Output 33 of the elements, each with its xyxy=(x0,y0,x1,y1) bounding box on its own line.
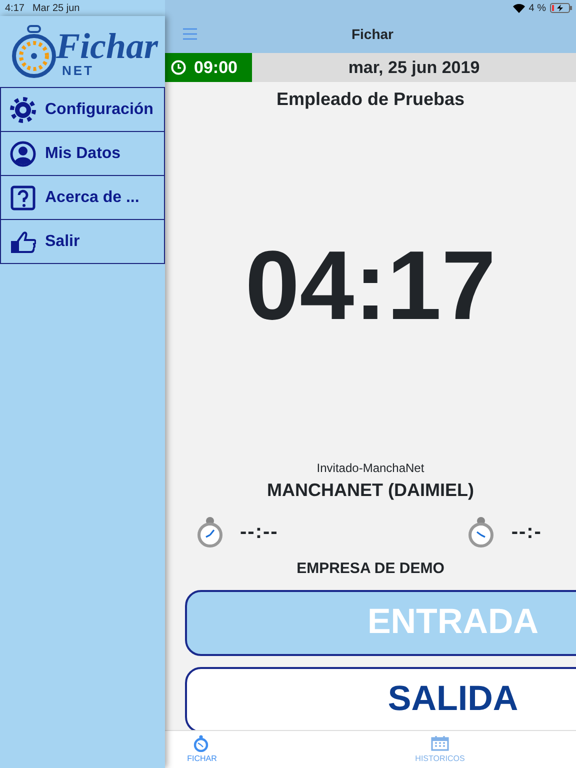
help-icon xyxy=(10,184,36,210)
status-date: Mar 25 jun xyxy=(32,2,80,16)
location-name: MANCHANET (DAIMIEL) xyxy=(266,479,475,502)
calendar-icon xyxy=(431,735,449,752)
header-title: Fichar xyxy=(350,25,394,44)
exit-button[interactable]: SALIDA xyxy=(185,666,576,732)
menu-icon xyxy=(183,28,197,40)
wifi-icon xyxy=(512,3,525,13)
location-group: Invitado-ManchaNet xyxy=(165,459,576,477)
logo-subtitle: NET xyxy=(62,64,95,76)
start-time-panel: 09:00 xyxy=(165,53,252,82)
menu-item[interactable]: Acerca de ... xyxy=(0,175,165,220)
time-value: --:-- xyxy=(240,520,278,545)
stopwatch-icon xyxy=(193,735,211,752)
stopwatch-icon xyxy=(468,516,494,548)
clock-icon xyxy=(171,60,186,75)
menu-item[interactable]: Salir xyxy=(0,219,165,264)
date-label: mar, 25 jun 2019 xyxy=(348,56,480,79)
stopwatch-logo-icon xyxy=(12,24,56,80)
user-icon xyxy=(10,140,36,166)
battery-icon xyxy=(550,3,572,13)
battery-percent: 4 % xyxy=(528,2,546,16)
stopwatch-icon xyxy=(197,516,223,548)
menu-item[interactable]: Configuración xyxy=(0,87,165,132)
company-name: EMPRESA DE DEMO xyxy=(296,559,446,579)
current-time: 04:17 xyxy=(244,236,497,334)
gear-icon xyxy=(10,96,36,122)
menu-item[interactable]: Mis Datos xyxy=(0,131,165,176)
status-time: 4:17 xyxy=(5,2,24,16)
logo-title: Fichar xyxy=(56,28,158,64)
time-value: --:- xyxy=(511,520,542,545)
employee-name: Empleado de Pruebas xyxy=(275,88,466,111)
thumbs-up-icon xyxy=(10,228,36,254)
